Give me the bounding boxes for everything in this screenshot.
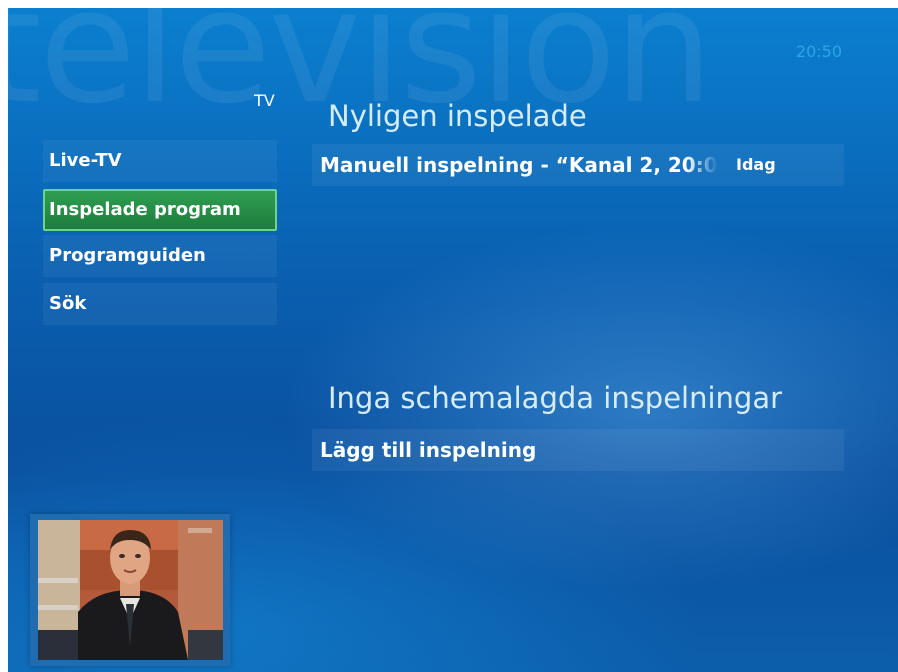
add-recording-label: Lägg till inspelning [320,438,537,462]
menu-item-search[interactable]: Sök [43,283,277,325]
menu-item-recorded-programs[interactable]: Inspelade program [43,189,277,231]
menu-item-live-tv[interactable]: Live-TV [43,140,277,182]
menu-item-label: Sök [49,293,87,314]
menu-item-label: Live-TV [49,150,122,171]
recording-title: Manuell inspelning - “Kanal 2, 20:00 [320,153,718,177]
clock: 20:50 [795,42,842,61]
scheduled-recordings-heading: Inga schemalagda inspelningar [328,381,783,415]
recent-recordings-heading: Nyligen inspelade [328,99,587,133]
menu-item-label: Inspelade program [49,199,241,220]
recording-row[interactable]: Manuell inspelning - “Kanal 2, 20:00 Ida… [312,144,844,186]
menu-item-label: Programguiden [49,245,206,266]
recording-date: Idag [736,155,776,174]
media-center-screen: television 20:50 TV Live-TV Inspelade pr… [8,8,898,672]
add-recording-button[interactable]: Lägg till inspelning [312,429,844,471]
live-tv-preview[interactable] [30,514,230,666]
section-title: TV [254,91,275,110]
menu-item-program-guide[interactable]: Programguiden [43,235,277,277]
live-tv-preview-video [38,520,223,660]
